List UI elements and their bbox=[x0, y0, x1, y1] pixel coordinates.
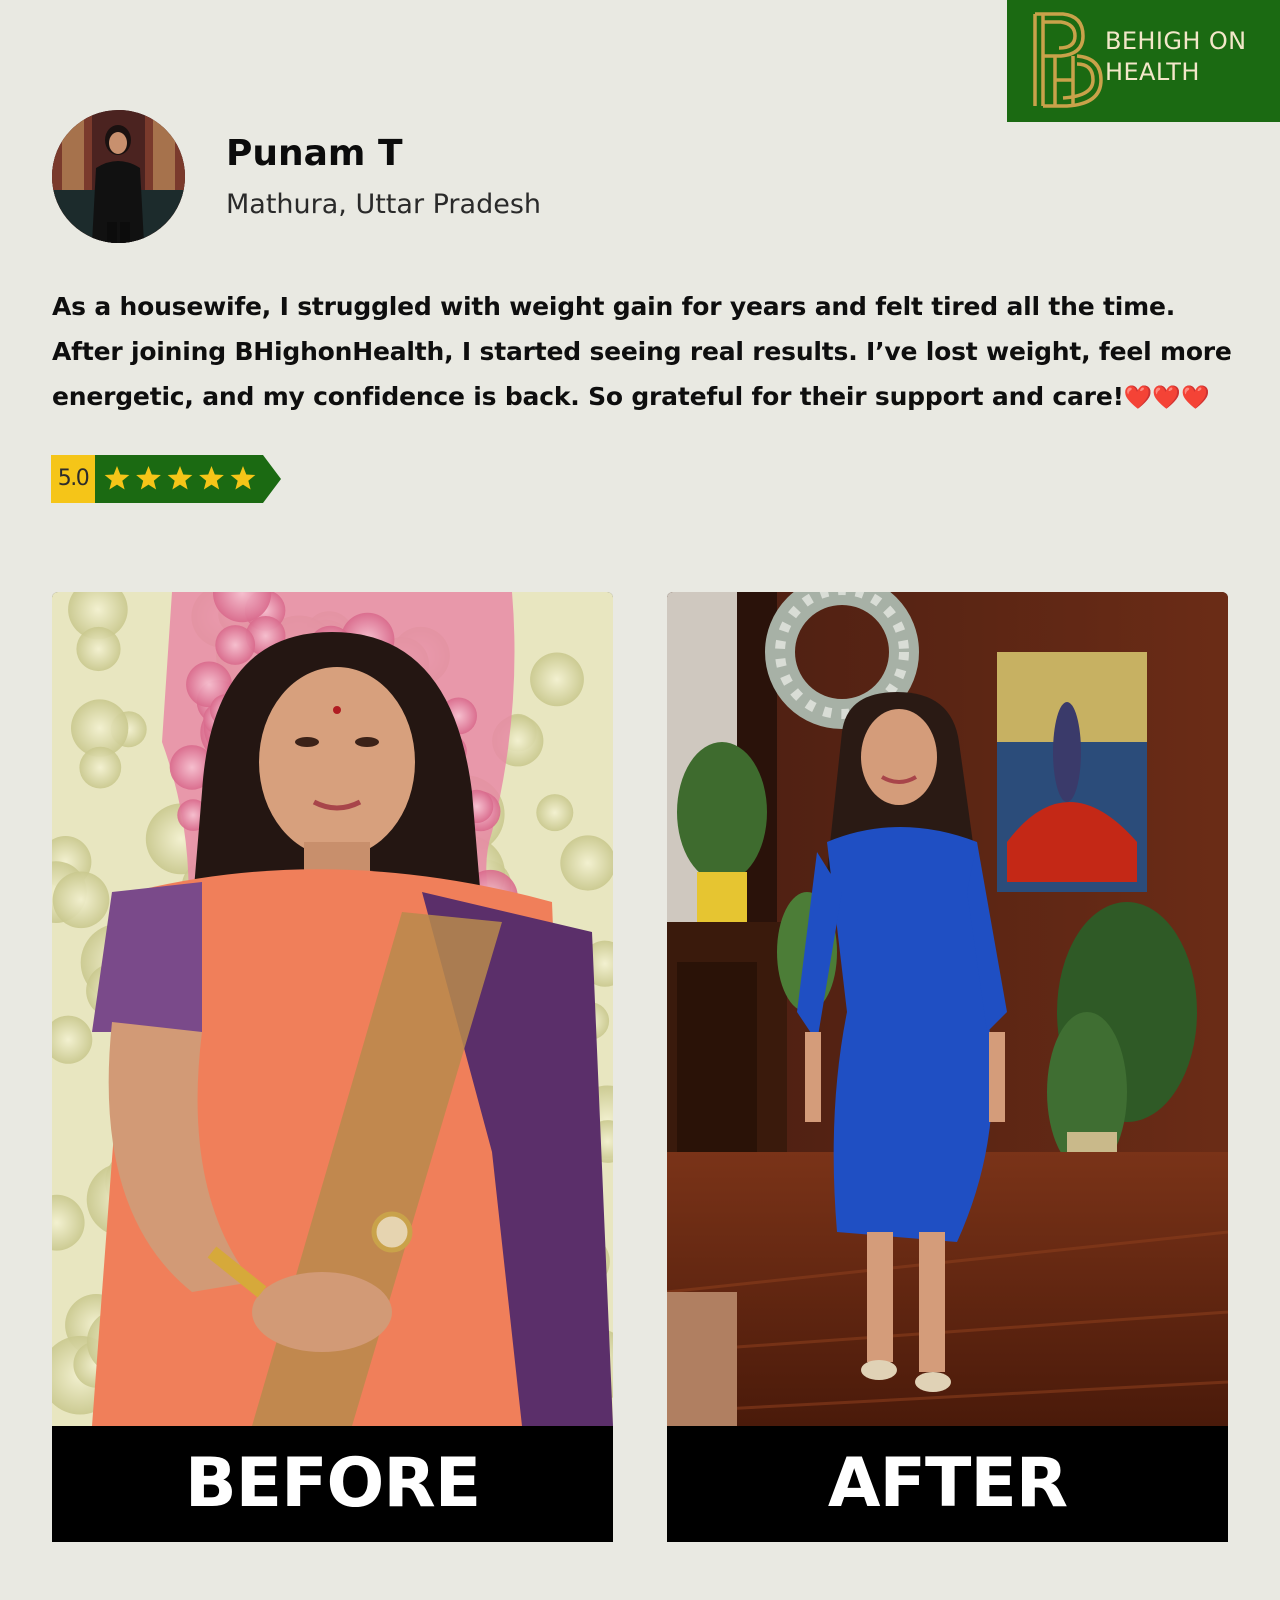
brand-name: BEHIGH ON HEALTH bbox=[1105, 26, 1246, 88]
avatar bbox=[52, 110, 185, 243]
bh-monogram-icon bbox=[1033, 12, 1103, 108]
before-panel: BEFORE bbox=[52, 592, 613, 1542]
reviewer-location: Mathura, Uttar Pradesh bbox=[226, 189, 542, 220]
testimonial-text: As a housewife, I struggled with weight … bbox=[52, 284, 1242, 421]
before-label: BEFORE bbox=[52, 1426, 613, 1542]
rating-badge: 5.0 bbox=[51, 455, 281, 503]
reviewer-photo bbox=[52, 110, 185, 243]
reviewer-name: Punam T bbox=[226, 133, 403, 174]
after-label: AFTER bbox=[667, 1426, 1228, 1542]
brand-name-line1: BEHIGH ON bbox=[1105, 27, 1247, 55]
heart-emoji-icon: ❤️❤️❤️ bbox=[1123, 385, 1210, 411]
brand-name-line2: HEALTH bbox=[1105, 58, 1200, 86]
before-photo bbox=[52, 592, 613, 1426]
star-rating bbox=[95, 455, 281, 503]
testimonial-body: As a housewife, I struggled with weight … bbox=[52, 292, 1232, 411]
brand-logo: BEHIGH ON HEALTH bbox=[1007, 0, 1280, 122]
after-panel: AFTER bbox=[667, 592, 1228, 1542]
after-photo bbox=[667, 592, 1228, 1426]
rating-score: 5.0 bbox=[51, 455, 95, 503]
